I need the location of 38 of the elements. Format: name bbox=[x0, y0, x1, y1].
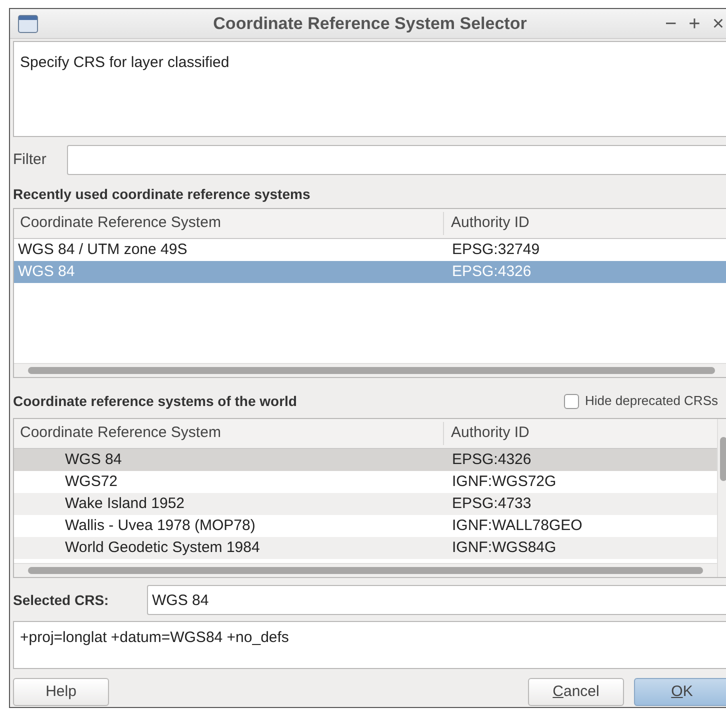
table-cell-text: IGNF:WGS72G bbox=[451, 472, 556, 492]
table-cell-text: WGS 84 bbox=[17, 262, 76, 282]
table-cell-text: WGS 84 / UTM zone 49S bbox=[17, 240, 188, 260]
close-button[interactable]: × bbox=[708, 8, 726, 38]
table-cell-text: World Geodetic System 1984 bbox=[64, 538, 261, 558]
minimize-button[interactable]: − bbox=[660, 8, 681, 38]
column-header[interactable]: Authority ID bbox=[444, 209, 726, 238]
window-title: Coordinate Reference System Selector bbox=[212, 12, 528, 35]
section-heading: Coordinate reference systems of the world bbox=[13, 392, 297, 411]
selected-crs-label: Selected CRS: bbox=[13, 590, 110, 610]
table-cell-text: Wallis - Uvea 1978 (MOP78) bbox=[64, 516, 256, 536]
help-button[interactable]: Help bbox=[13, 678, 109, 706]
proj-definition-box: +proj=longlat +datum=WGS84 +no_defs bbox=[13, 621, 726, 669]
table-cell-text: IGNF:WALL78GEO bbox=[451, 516, 582, 536]
column-header[interactable]: Coordinate Reference System bbox=[14, 212, 444, 235]
table-cell-text: EPSG:4326 bbox=[451, 262, 532, 282]
table-cell-text: EPSG:32749 bbox=[451, 240, 540, 260]
description-box: Specify CRS for layer classified bbox=[13, 41, 726, 137]
table-cell-text: EPSG:4733 bbox=[451, 494, 532, 514]
maximize-button[interactable]: + bbox=[684, 8, 704, 38]
filter-label: Filter bbox=[13, 150, 48, 170]
ok-button[interactable]: OK bbox=[634, 678, 726, 706]
column-header[interactable]: Coordinate Reference System bbox=[14, 422, 444, 445]
hide-deprecated-checkbox[interactable]: Hide deprecated CRSs bbox=[564, 391, 718, 411]
tree-row[interactable]: WGS 84 EPSG:4326 bbox=[14, 449, 717, 471]
tree-row[interactable]: World Geodetic System 1984 IGNF:WGS84G bbox=[14, 537, 717, 559]
section-heading: Recently used coordinate reference systems bbox=[13, 185, 312, 204]
table-cell-text: WGS72 bbox=[64, 472, 119, 492]
selected-crs-field[interactable]: WGS 84 bbox=[147, 585, 726, 615]
column-header[interactable]: Authority ID bbox=[444, 419, 717, 448]
tree-row[interactable]: Wake Island 1952 EPSG:4733 bbox=[14, 493, 717, 515]
table-cell-text: Wake Island 1952 bbox=[64, 494, 186, 514]
window-icon bbox=[18, 14, 38, 32]
table-cell-text: IGNF:WGS84G bbox=[451, 538, 556, 558]
table-cell-text: WGS 84 bbox=[64, 450, 123, 470]
cancel-button[interactable]: Cancel bbox=[528, 678, 624, 706]
table-row[interactable]: WGS 84 / UTM zone 49S EPSG:32749 bbox=[14, 239, 726, 261]
table-cell-text: EPSG:4326 bbox=[451, 450, 532, 470]
